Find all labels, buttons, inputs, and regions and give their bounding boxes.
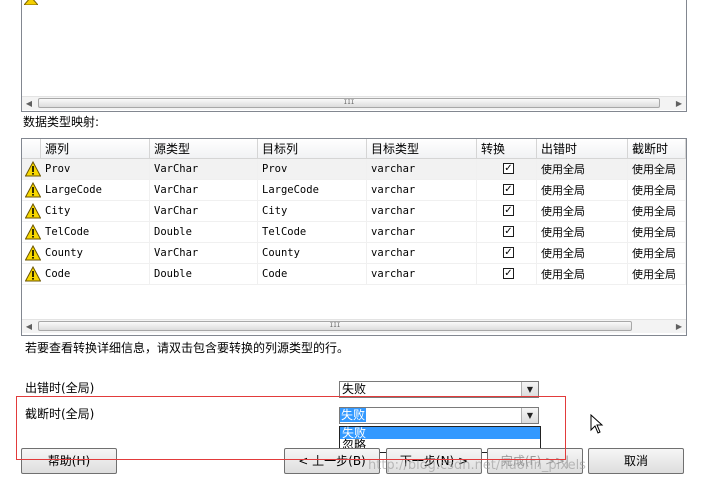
- table-row[interactable]: County VarChar County varchar 使用全局 使用全局 ✓: [22, 243, 686, 264]
- convert-checkbox[interactable]: ✓: [503, 247, 514, 258]
- on-error-global-select[interactable]: 失败 ▼: [339, 381, 539, 398]
- cell-convert[interactable]: ✓: [477, 159, 537, 180]
- cancel-button[interactable]: 取消: [588, 448, 684, 474]
- convert-checkbox[interactable]: ✓: [503, 226, 514, 237]
- cell-target-type[interactable]: varchar: [367, 222, 477, 243]
- cell-convert[interactable]: ✓: [477, 243, 537, 264]
- cell-on-trunc[interactable]: 使用全局: [628, 159, 686, 180]
- scroll-right-icon[interactable]: ▶: [672, 97, 686, 110]
- cell-source[interactable]: TelCode: [41, 222, 150, 243]
- cell-target[interactable]: LargeCode: [258, 180, 367, 201]
- col-header-target[interactable]: 目标列: [258, 139, 367, 159]
- convert-checkbox[interactable]: ✓: [503, 184, 514, 195]
- cell-on-trunc[interactable]: 使用全局: [628, 222, 686, 243]
- cell-on-error[interactable]: 使用全局: [537, 264, 628, 285]
- scroll-thumb[interactable]: III: [38, 321, 632, 331]
- warning-icon: [25, 224, 41, 240]
- on-trunc-global-label: 截断时(全局): [25, 407, 95, 421]
- cell-target[interactable]: County: [258, 243, 367, 264]
- on-error-global-value: 失败: [342, 382, 367, 396]
- cell-target-type[interactable]: varchar: [367, 159, 477, 180]
- scroll-thumb[interactable]: III: [38, 98, 660, 108]
- cell-target[interactable]: Code: [258, 264, 367, 285]
- cell-source[interactable]: LargeCode: [41, 180, 150, 201]
- scroll-left-icon[interactable]: ◀: [22, 320, 36, 333]
- col-header-source-type[interactable]: 源类型: [150, 139, 258, 159]
- table-row[interactable]: LargeCode VarChar LargeCode varchar 使用全局 使用全局…: [22, 180, 686, 201]
- cell-target[interactable]: City: [258, 201, 367, 222]
- cell-source-type[interactable]: Double: [150, 264, 258, 285]
- grid-hscrollbar[interactable]: ◀ III ▶: [22, 319, 686, 333]
- cell-on-error[interactable]: 使用全局: [537, 159, 628, 180]
- scroll-right-icon[interactable]: ▶: [672, 320, 686, 333]
- cell-convert[interactable]: ✓: [477, 222, 537, 243]
- cell-source[interactable]: Code: [41, 264, 150, 285]
- chevron-down-icon[interactable]: ▼: [521, 382, 538, 397]
- cell-target[interactable]: Prov: [258, 159, 367, 180]
- cell-on-trunc[interactable]: 使用全局: [628, 264, 686, 285]
- cell-source-type[interactable]: VarChar: [150, 243, 258, 264]
- cell-convert[interactable]: ✓: [477, 201, 537, 222]
- cell-source[interactable]: County: [41, 243, 150, 264]
- cell-source-type[interactable]: VarChar: [150, 180, 258, 201]
- mouse-cursor-icon: [590, 414, 604, 434]
- col-header-on-error[interactable]: 出错时: [537, 139, 628, 159]
- dropdown-option-fail[interactable]: 失败: [340, 427, 540, 439]
- back-button[interactable]: < 上一步(B): [284, 448, 380, 474]
- col-header-target-type[interactable]: 目标类型: [367, 139, 477, 159]
- cell-target-type[interactable]: varchar: [367, 264, 477, 285]
- cell-convert[interactable]: ✓: [477, 180, 537, 201]
- convert-checkbox[interactable]: ✓: [503, 205, 514, 216]
- cell-source-type[interactable]: VarChar: [150, 159, 258, 180]
- top-list-box[interactable]: ◀ III ▶: [21, 0, 687, 112]
- col-header-on-trunc[interactable]: 截断时: [628, 139, 686, 159]
- cell-on-error[interactable]: 使用全局: [537, 180, 628, 201]
- cell-target[interactable]: TelCode: [258, 222, 367, 243]
- scroll-left-icon[interactable]: ◀: [22, 97, 36, 110]
- on-trunc-global-select[interactable]: 失败 ▼: [339, 407, 539, 424]
- help-button[interactable]: 帮助(H): [21, 448, 117, 474]
- watermark: http://blog.csdn.net/nuorin_pixels: [368, 458, 586, 473]
- table-row[interactable]: City VarChar City varchar 使用全局 使用全局 ✓: [22, 201, 686, 222]
- cell-on-error[interactable]: 使用全局: [537, 222, 628, 243]
- cell-target-type[interactable]: varchar: [367, 243, 477, 264]
- on-error-global-label: 出错时(全局): [25, 381, 95, 395]
- cell-source-type[interactable]: VarChar: [150, 201, 258, 222]
- mapping-label: 数据类型映射:: [23, 115, 100, 129]
- cell-on-error[interactable]: 使用全局: [537, 201, 628, 222]
- cell-on-trunc[interactable]: 使用全局: [628, 201, 686, 222]
- col-header-convert[interactable]: 转换: [477, 139, 537, 159]
- cell-source[interactable]: City: [41, 201, 150, 222]
- table-row[interactable]: TelCode Double TelCode varchar 使用全局 使用全局 ✓: [22, 222, 686, 243]
- warning-icon: [25, 203, 41, 219]
- convert-checkbox[interactable]: ✓: [503, 268, 514, 279]
- cell-on-trunc[interactable]: 使用全局: [628, 180, 686, 201]
- cell-on-error[interactable]: 使用全局: [537, 243, 628, 264]
- table-row[interactable]: Code Double Code varchar 使用全局 使用全局 ✓: [22, 264, 686, 285]
- cell-target-type[interactable]: varchar: [367, 201, 477, 222]
- chevron-down-icon[interactable]: ▼: [521, 408, 538, 423]
- on-trunc-global-value: 失败: [340, 408, 367, 422]
- cell-source[interactable]: Prov: [41, 159, 150, 180]
- warning-icon: [25, 182, 41, 198]
- warning-icon: [24, 0, 38, 5]
- col-header-source[interactable]: 源列: [41, 139, 150, 159]
- hint-text: 若要查看转换详细信息，请双击包含要转换的列源类型的行。: [25, 341, 350, 355]
- warning-icon: [25, 245, 41, 261]
- warning-icon: [25, 161, 41, 177]
- cell-target-type[interactable]: varchar: [367, 180, 477, 201]
- grid-corner-header: [22, 139, 41, 159]
- top-list-hscrollbar[interactable]: ◀ III ▶: [22, 96, 686, 110]
- table-row[interactable]: Prov VarChar Prov varchar 使用全局 使用全局 ✓: [22, 159, 686, 180]
- warning-icon: [25, 266, 41, 282]
- type-mapping-grid[interactable]: 源列 源类型 目标列 目标类型 转换 出错时 截断时 Prov VarChar Pr…: [21, 138, 687, 336]
- cell-source-type[interactable]: Double: [150, 222, 258, 243]
- cell-convert[interactable]: ✓: [477, 264, 537, 285]
- cell-on-trunc[interactable]: 使用全局: [628, 243, 686, 264]
- convert-checkbox[interactable]: ✓: [503, 163, 514, 174]
